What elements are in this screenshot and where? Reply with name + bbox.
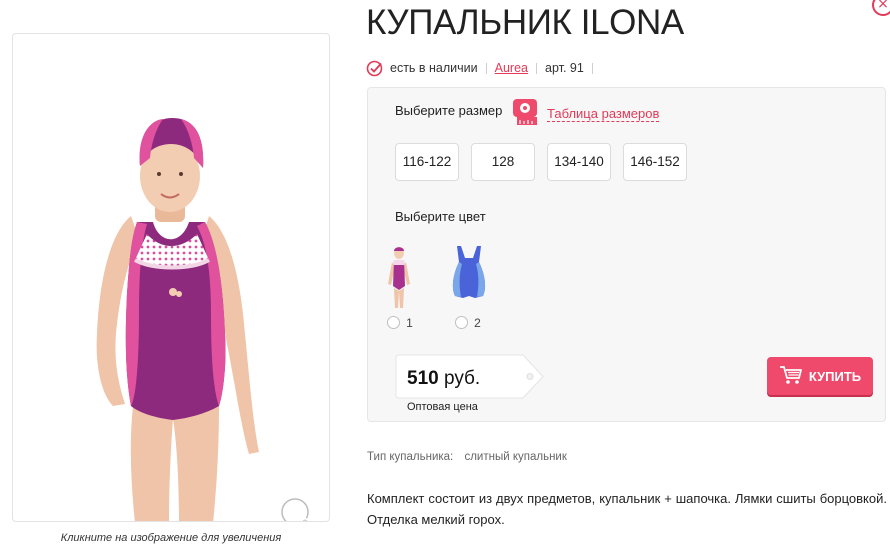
spec-label: Тип купальника: [367,451,454,463]
magnifier-icon[interactable] [275,494,323,521]
product-description: Комплект состоит из двух предметов, купа… [367,491,887,527]
brand-link[interactable]: Aurea [495,61,528,75]
color-thumbnail-1[interactable] [383,244,415,310]
buy-button-label: КУПИТЬ [808,368,862,384]
availability-status: есть в наличии [390,61,478,75]
buy-button[interactable]: КУПИТЬ [767,357,873,395]
size-option-146-152[interactable]: 146-152 [623,143,687,181]
spec-value: слитный купальник [464,451,567,463]
divider [536,62,537,74]
radio-button[interactable] [387,316,400,329]
size-table-link-text[interactable]: Таблица размеров [547,106,660,122]
product-title: КУПАЛЬНИК ILONA [366,3,684,42]
color-option-2[interactable] [449,244,489,306]
color-label: Выберите цвет [395,209,486,224]
cart-icon [779,365,803,388]
size-option-134-140[interactable]: 134-140 [547,143,611,181]
color-radio-2[interactable]: 2 [455,312,481,331]
divider [485,62,487,74]
size-table-link[interactable]: Таблица размеров [547,103,660,122]
size-option-128[interactable]: 128 [471,143,535,181]
product-spec-type: Тип купальника: слитный купальник [367,451,567,463]
price-currency: руб. [443,368,481,389]
color-radio-label: 1 [406,315,413,330]
price-note: Оптовая цена [407,401,478,413]
price-amount: 510 [407,368,439,389]
close-icon[interactable]: × [872,0,890,16]
product-meta: есть в наличии Aurea арт. 91 [366,59,601,77]
radio-button[interactable] [455,316,468,329]
size-label: Выберите размер [395,103,503,118]
color-radio-1[interactable]: 1 [387,312,413,331]
divider [591,62,593,74]
color-radio-label: 2 [474,315,481,330]
article-number: арт. 91 [545,61,584,75]
size-option-116-122[interactable]: 116-122 [395,143,459,181]
price: 510 руб. [407,368,480,390]
availability-check-icon [366,60,383,77]
swimsuit-model-figure [96,118,259,521]
zoom-caption: Кликните на изображение для увеличения [60,532,282,544]
color-option-1[interactable] [383,244,423,314]
measuring-tape-icon [512,98,540,130]
product-image[interactable] [12,33,330,522]
color-thumbnail-2[interactable] [449,244,489,302]
